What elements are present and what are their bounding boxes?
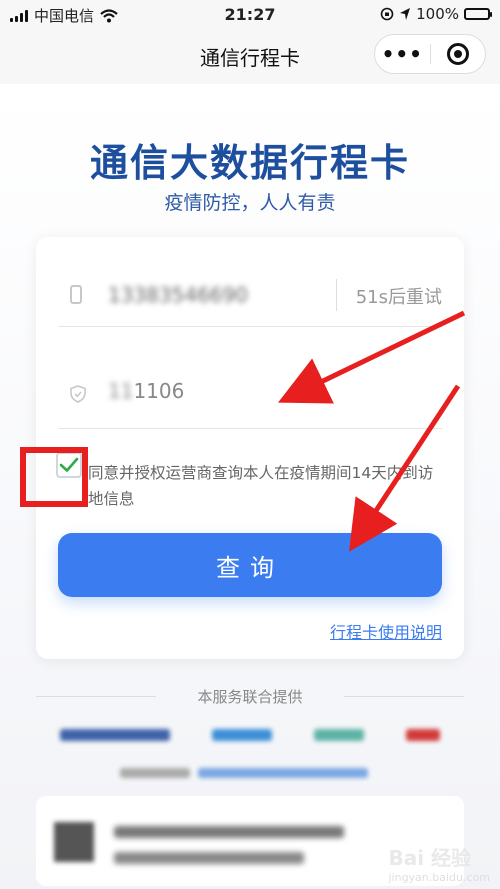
provider-divider: 本服务联合提供 [36, 684, 464, 708]
more-dots-icon[interactable]: ••• [375, 42, 430, 66]
agreement-text: 同意并授权运营商查询本人在疫情期间14天内到访地信息 [88, 464, 434, 508]
provider-logos [60, 720, 440, 750]
target-circle-icon [446, 43, 469, 65]
status-right: 100% [380, 5, 492, 23]
location-icon [400, 8, 411, 20]
close-mini-program-button[interactable] [430, 43, 485, 65]
hotline-blurred [120, 764, 380, 782]
mini-program-capsule: ••• [374, 34, 486, 74]
battery-percent: 100% [416, 5, 459, 23]
hero-subtitle: 疫情防控，人人有责 [164, 192, 336, 214]
watermark-brand: Bai 经验 [388, 846, 472, 870]
provider-logo [60, 729, 170, 741]
hero-title: 通信大数据行程卡 [89, 141, 410, 185]
divider-line-right [344, 696, 464, 697]
qr-code-image [54, 822, 94, 862]
provider-logo [406, 729, 440, 741]
status-bar: 中国电信 21:27 100% [0, 0, 500, 30]
phone-input[interactable]: 13383546690 [108, 283, 248, 307]
query-button[interactable]: 查询 [58, 533, 442, 597]
nav-bar: 通信行程卡 ••• [0, 30, 500, 84]
code-row: 111106 [58, 355, 442, 429]
code-prefix: 11 [108, 379, 134, 403]
help-link[interactable]: 行程卡使用说明 [330, 619, 442, 643]
resend-divider [336, 279, 337, 311]
phone-icon [70, 285, 82, 304]
baidu-watermark: Bai 经验 jingyan.baidu.com [388, 842, 490, 884]
notice-line [114, 852, 304, 864]
annotation-box [20, 447, 88, 507]
hotline-label [120, 768, 190, 778]
phone-row: 13383546690 51s后重试 [58, 265, 442, 327]
hotline-link[interactable] [198, 768, 368, 778]
battery-icon [464, 8, 492, 20]
orientation-lock-icon [380, 7, 394, 21]
shield-icon [70, 385, 86, 403]
watermark-url: jingyan.baidu.com [388, 871, 490, 884]
query-card: 13383546690 51s后重试 111106 同意并授权运营商查询本人在疫… [36, 237, 464, 659]
resend-countdown: 51s后重试 [355, 287, 442, 308]
provider-logo [212, 729, 272, 741]
provider-logo [314, 729, 364, 741]
verification-code-input[interactable]: 111106 [108, 379, 184, 403]
code-visible: 1106 [133, 379, 185, 403]
notice-line [114, 826, 344, 838]
